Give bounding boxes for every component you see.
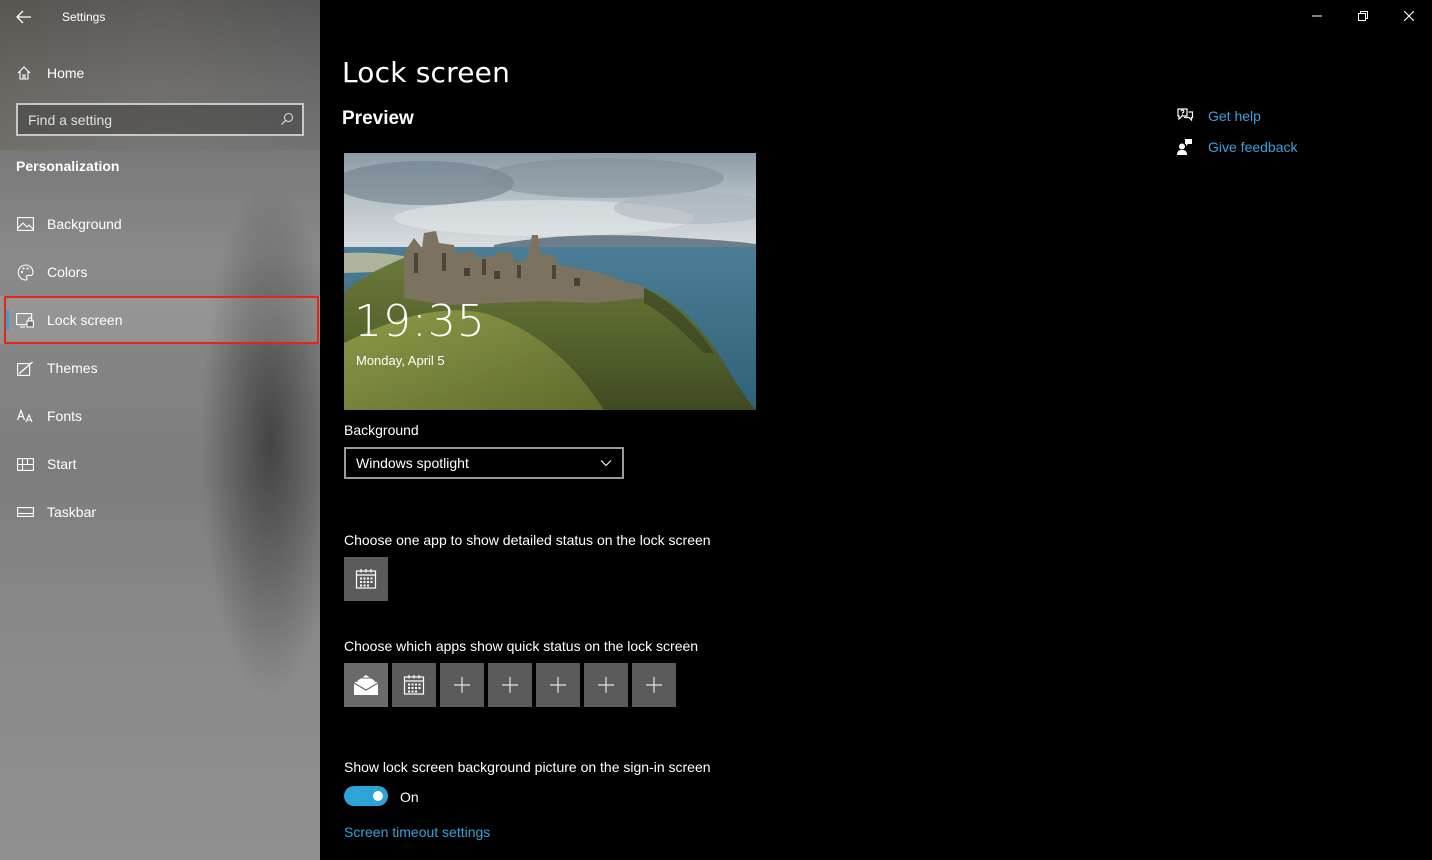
picture-icon <box>16 215 34 233</box>
quick-status-add-button[interactable] <box>488 663 532 707</box>
plus-icon <box>454 677 470 693</box>
sidebar-item-label: Themes <box>47 360 98 376</box>
give-feedback-link[interactable]: Give feedback <box>1175 131 1298 162</box>
give-feedback-label: Give feedback <box>1208 138 1298 155</box>
start-icon <box>16 455 34 473</box>
preview-time: 19:35 <box>354 296 486 347</box>
quick-status-add-button[interactable] <box>632 663 676 707</box>
app-title: Settings <box>62 10 106 24</box>
restore-button[interactable] <box>1340 0 1386 32</box>
feedback-icon <box>1175 137 1195 157</box>
get-help-label: Get help <box>1208 107 1261 124</box>
signin-background-toggle[interactable] <box>344 786 388 806</box>
signin-background-label: Show lock screen background picture on t… <box>344 759 711 775</box>
preview-heading: Preview <box>342 108 414 129</box>
sidebar-item-fonts[interactable]: Fonts <box>0 392 320 440</box>
back-arrow-icon <box>16 10 31 24</box>
sidebar-item-label: Start <box>47 456 77 472</box>
taskbar-icon <box>16 503 34 521</box>
sidebar-item-label: Fonts <box>47 408 83 424</box>
mail-icon <box>353 675 379 695</box>
titlebar: Settings <box>0 0 320 34</box>
chevron-down-icon <box>600 460 612 467</box>
search-box[interactable] <box>16 103 304 136</box>
detailed-status-app-button[interactable] <box>344 557 388 601</box>
quick-status-app-mail[interactable] <box>344 663 388 707</box>
toggle-state-label: On <box>400 789 419 805</box>
search-icon[interactable] <box>280 112 294 126</box>
close-button[interactable] <box>1386 0 1432 32</box>
home-button[interactable]: Home <box>16 62 84 84</box>
restore-icon <box>1358 11 1368 21</box>
get-help-link[interactable]: Get help <box>1175 100 1298 131</box>
quick-status-app-calendar[interactable] <box>392 663 436 707</box>
home-icon <box>17 66 31 80</box>
minimize-button[interactable] <box>1294 0 1340 32</box>
main-content: Lock screen Preview 19:35 Monday, April … <box>320 0 1432 860</box>
sidebar: Settings Home Personalization Background… <box>0 0 320 860</box>
preview-image <box>344 153 756 410</box>
close-icon <box>1404 11 1414 21</box>
sidebar-item-start[interactable]: Start <box>0 440 320 488</box>
window-controls <box>1294 0 1432 32</box>
minimize-icon <box>1312 15 1322 17</box>
plus-icon <box>598 677 614 693</box>
fonts-icon <box>16 407 34 425</box>
sidebar-item-taskbar[interactable]: Taskbar <box>0 488 320 536</box>
sidebar-item-label: Colors <box>47 264 88 280</box>
quick-status-add-button[interactable] <box>536 663 580 707</box>
sidebar-item-lock-screen[interactable]: Lock screen <box>0 296 320 344</box>
sidebar-item-themes[interactable]: Themes <box>0 344 320 392</box>
preview-date: Monday, April 5 <box>356 353 445 368</box>
screen-timeout-link[interactable]: Screen timeout settings <box>344 824 490 840</box>
background-label: Background <box>344 422 419 438</box>
background-dropdown-value: Windows spotlight <box>356 455 469 471</box>
calendar-icon <box>355 569 377 589</box>
chat-help-icon <box>1175 106 1195 126</box>
palette-icon <box>16 263 34 281</box>
plus-icon <box>502 677 518 693</box>
lock-screen-preview: 19:35 Monday, April 5 <box>344 153 756 410</box>
sidebar-item-background[interactable]: Background <box>0 200 320 248</box>
background-dropdown[interactable]: Windows spotlight <box>344 447 624 479</box>
calendar-icon <box>403 675 425 695</box>
detailed-status-label: Choose one app to show detailed status o… <box>344 532 711 548</box>
toggle-knob <box>373 791 383 801</box>
back-button[interactable] <box>12 6 36 28</box>
search-input[interactable] <box>18 105 268 134</box>
quick-status-add-button[interactable] <box>584 663 628 707</box>
sidebar-item-colors[interactable]: Colors <box>0 248 320 296</box>
sidebar-item-label: Background <box>47 216 122 232</box>
home-label: Home <box>47 65 85 81</box>
page-title: Lock screen <box>342 56 511 89</box>
highlight-outline <box>4 296 319 344</box>
section-title: Personalization <box>16 158 120 174</box>
sidebar-nav: Background Colors Lock screen Themes Fon… <box>0 200 320 536</box>
sidebar-item-label: Taskbar <box>47 504 97 520</box>
plus-icon <box>646 677 662 693</box>
help-panel: Get help Give feedback <box>1175 100 1298 162</box>
plus-icon <box>550 677 566 693</box>
brush-icon <box>16 359 34 377</box>
quick-status-add-button[interactable] <box>440 663 484 707</box>
quick-status-apps <box>344 663 680 707</box>
quick-status-label: Choose which apps show quick status on t… <box>344 638 699 654</box>
